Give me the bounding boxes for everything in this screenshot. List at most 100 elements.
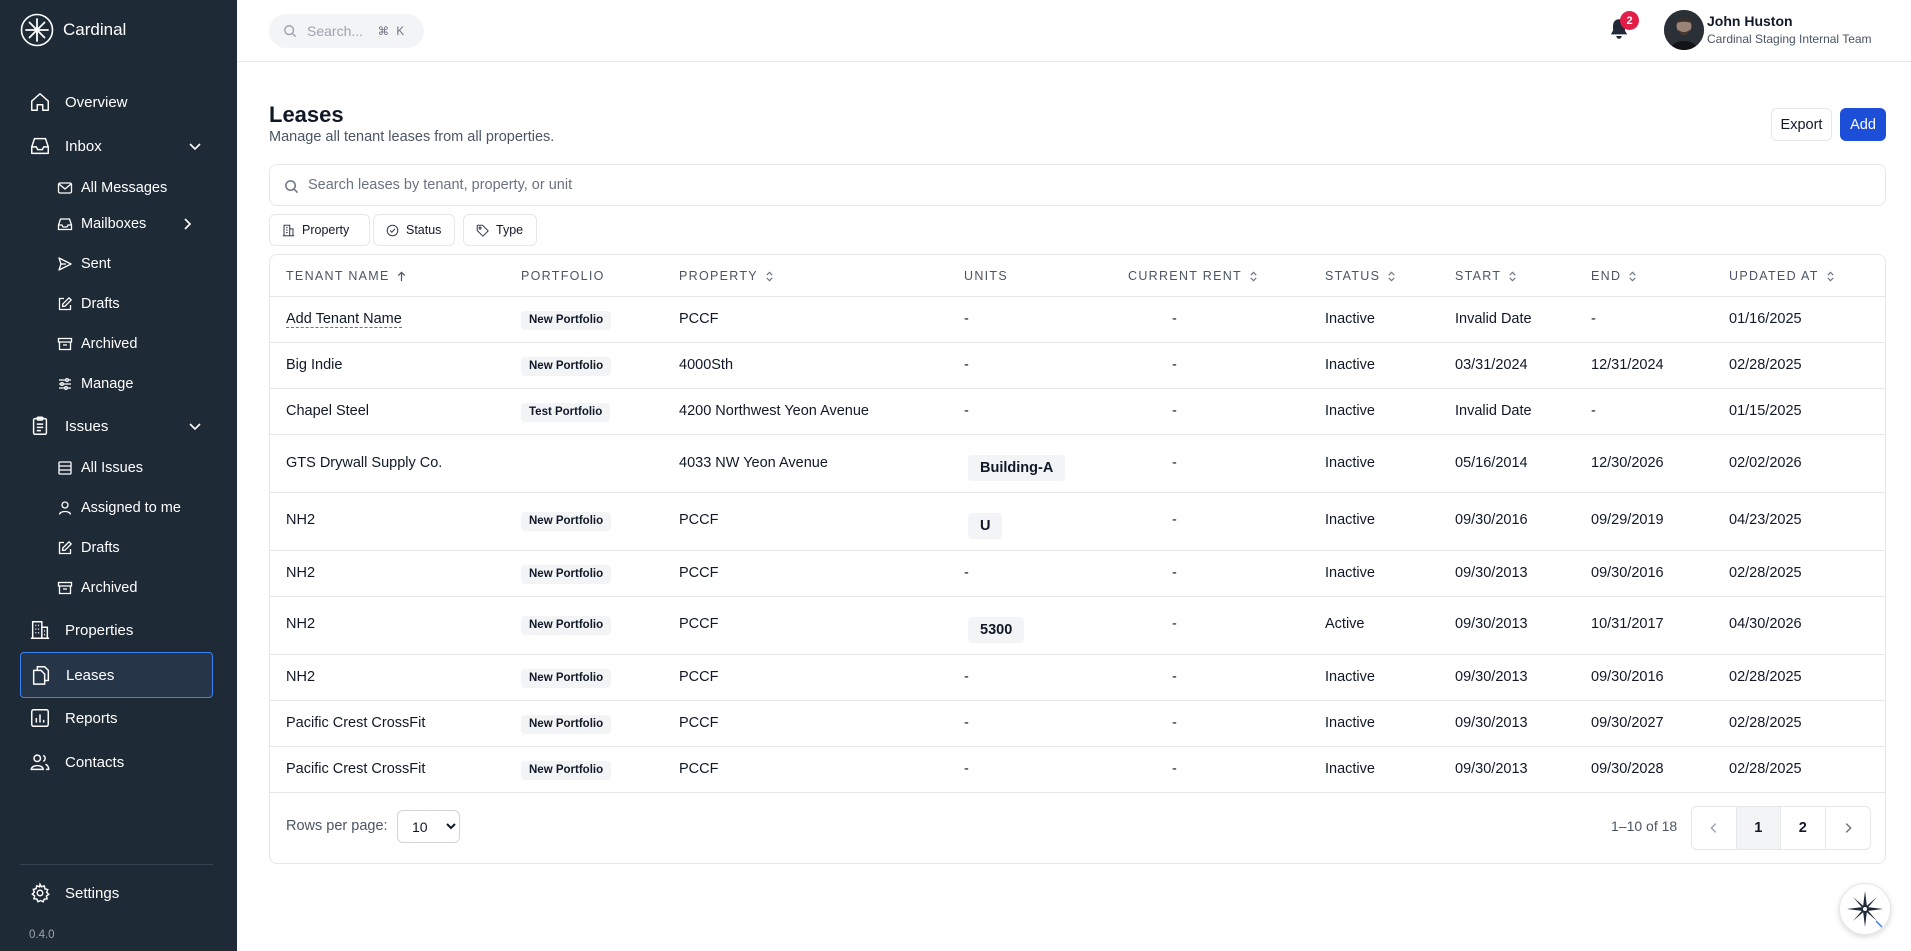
column-header-start[interactable]: START [1455, 269, 1518, 283]
table-row[interactable]: Chapel Steel Test Portfolio 4200 Northwe… [270, 389, 1885, 435]
table-row[interactable]: Pacific Crest CrossFit New Portfolio PCC… [270, 701, 1885, 747]
chart-icon [31, 709, 49, 727]
table-row[interactable]: NH2 New Portfolio PCCF - - Inactive 09/3… [270, 551, 1885, 597]
sidebar-item-all-issues[interactable]: All Issues [20, 450, 213, 486]
avatar-image [1664, 10, 1704, 50]
sidebar-item-archived[interactable]: Archived [20, 326, 213, 362]
status-cell: Active [1325, 616, 1365, 632]
table-row[interactable]: Big Indie New Portfolio 4000Sth - - Inac… [270, 343, 1885, 389]
page-button-2[interactable]: 2 [1781, 807, 1826, 849]
rent-cell: - [1172, 455, 1177, 471]
portfolio-badge: New Portfolio [521, 565, 612, 584]
export-button[interactable]: Export [1771, 108, 1832, 141]
topbar: Search... ⌘ K 2 John Huston Cardinal Sta… [237, 0, 1911, 62]
end-cell: 09/29/2019 [1591, 512, 1664, 528]
table-row[interactable]: Pacific Crest CrossFit New Portfolio PCC… [270, 747, 1885, 793]
filter-status-button[interactable]: Status [373, 214, 455, 246]
column-label: PORTFOLIO [521, 269, 605, 283]
sidebar-item-issue-drafts[interactable]: Drafts [20, 530, 213, 566]
previous-page-button[interactable] [1692, 807, 1737, 849]
property-cell: PCCF [679, 669, 719, 685]
column-header-units: UNITS [964, 269, 1008, 283]
filter-type-button[interactable]: Type [463, 214, 537, 246]
global-search-placeholder: Search... [307, 23, 364, 39]
end-cell: - [1591, 403, 1596, 419]
property-cell: 4000Sth [679, 357, 734, 373]
sidebar-item-inbox[interactable]: Inbox [20, 126, 213, 166]
table-row[interactable]: NH2 New Portfolio PCCF - - Inactive 09/3… [270, 655, 1885, 701]
portfolio-badge: New Portfolio [521, 616, 612, 635]
sidebar-item-label: Mailboxes [81, 216, 147, 232]
add-lease-button[interactable]: Add [1840, 108, 1886, 141]
sidebar-item-contacts[interactable]: Contacts [20, 742, 213, 782]
avatar[interactable] [1664, 10, 1704, 50]
rent-cell: - [1172, 512, 1177, 528]
rent-cell: - [1172, 715, 1177, 731]
sidebar-item-manage[interactable]: Manage [20, 366, 213, 402]
sidebar-item-assigned-to-me[interactable]: Assigned to me [20, 490, 213, 526]
column-header-updated-at[interactable]: UPDATED AT [1729, 269, 1836, 283]
sidebar-item-sent[interactable]: Sent [20, 246, 213, 282]
lease-search-input[interactable] [308, 165, 1868, 205]
sidebar-item-mailboxes[interactable]: Mailboxes [20, 206, 213, 242]
documents-icon [32, 666, 50, 685]
column-label: UNITS [964, 269, 1008, 283]
tenant-name-cell: NH2 [286, 512, 316, 528]
help-assistant-button[interactable] [1839, 883, 1891, 935]
property-cell: 4033 NW Yeon Avenue [679, 455, 828, 471]
sidebar-item-drafts[interactable]: Drafts [20, 286, 213, 322]
sidebar-item-overview[interactable]: Overview [20, 82, 213, 122]
filter-property-button[interactable]: Property [269, 214, 370, 246]
sidebar-item-all-messages[interactable]: All Messages [20, 170, 213, 206]
pagination: 1 2 [1691, 806, 1871, 850]
sidebar-item-reports[interactable]: Reports [20, 698, 213, 738]
chevron-down-icon[interactable] [187, 418, 203, 434]
column-header-end[interactable]: END [1591, 269, 1638, 283]
unit-badge: U [968, 513, 1003, 539]
rows-per-page-select[interactable]: 10 [397, 810, 460, 843]
brand-name: Cardinal [63, 20, 127, 39]
units-cell: - [964, 311, 969, 327]
sidebar-item-leases[interactable]: Leases [20, 652, 213, 698]
sidebar-item-issue-archived[interactable]: Archived [20, 570, 213, 606]
sidebar-item-properties[interactable]: Properties [20, 610, 213, 650]
tenant-name-cell: Chapel Steel [286, 403, 370, 419]
column-header-tenant-name[interactable]: TENANT NAME [286, 269, 407, 283]
table-row[interactable]: GTS Drywall Supply Co. 4033 NW Yeon Aven… [270, 435, 1885, 493]
column-header-current-rent[interactable]: CURRENT RENT [1128, 269, 1259, 283]
sidebar-item-settings[interactable]: Settings [20, 873, 213, 913]
next-page-button[interactable] [1826, 807, 1870, 849]
end-cell: - [1591, 311, 1596, 327]
status-cell: Inactive [1325, 357, 1375, 373]
updated-cell: 04/23/2025 [1729, 512, 1802, 528]
start-cell: Invalid Date [1455, 403, 1532, 419]
sidebar-item-label: Assigned to me [81, 500, 181, 516]
start-cell: 03/31/2024 [1455, 357, 1528, 373]
units-cell: - [964, 403, 969, 419]
start-cell: 09/30/2013 [1455, 715, 1528, 731]
rent-cell: - [1172, 357, 1177, 373]
updated-cell: 01/16/2025 [1729, 311, 1802, 327]
sidebar-item-label: Archived [81, 580, 138, 596]
global-search[interactable]: Search... ⌘ K [269, 14, 424, 48]
user-name: John Huston [1707, 13, 1793, 29]
chevron-down-icon[interactable] [187, 138, 203, 154]
tenant-name-link[interactable]: Add Tenant Name [286, 311, 402, 328]
end-cell: 10/31/2017 [1591, 616, 1664, 632]
table-row[interactable]: NH2 New Portfolio PCCF U - Inactive 09/3… [270, 493, 1885, 551]
column-header-status[interactable]: STATUS [1325, 269, 1397, 283]
status-cell: Inactive [1325, 403, 1375, 419]
chevron-right-icon[interactable] [179, 216, 195, 232]
tenant-name-cell: Big Indie [286, 357, 343, 373]
column-label: END [1591, 269, 1622, 283]
sort-icon [1250, 271, 1257, 281]
table-row[interactable]: Add Tenant Name New Portfolio PCCF - - I… [270, 297, 1885, 343]
sidebar-item-issues[interactable]: Issues [20, 406, 213, 446]
send-icon [58, 257, 72, 271]
column-header-property[interactable]: PROPERTY [679, 269, 775, 283]
brand[interactable]: Cardinal [20, 13, 126, 47]
table-row[interactable]: NH2 New Portfolio PCCF 5300 - Active 09/… [270, 597, 1885, 655]
page-button-1[interactable]: 1 [1736, 807, 1781, 849]
table-footer: Rows per page: 10 1–10 of 18 1 2 [270, 792, 1885, 863]
archive-icon [57, 581, 73, 595]
